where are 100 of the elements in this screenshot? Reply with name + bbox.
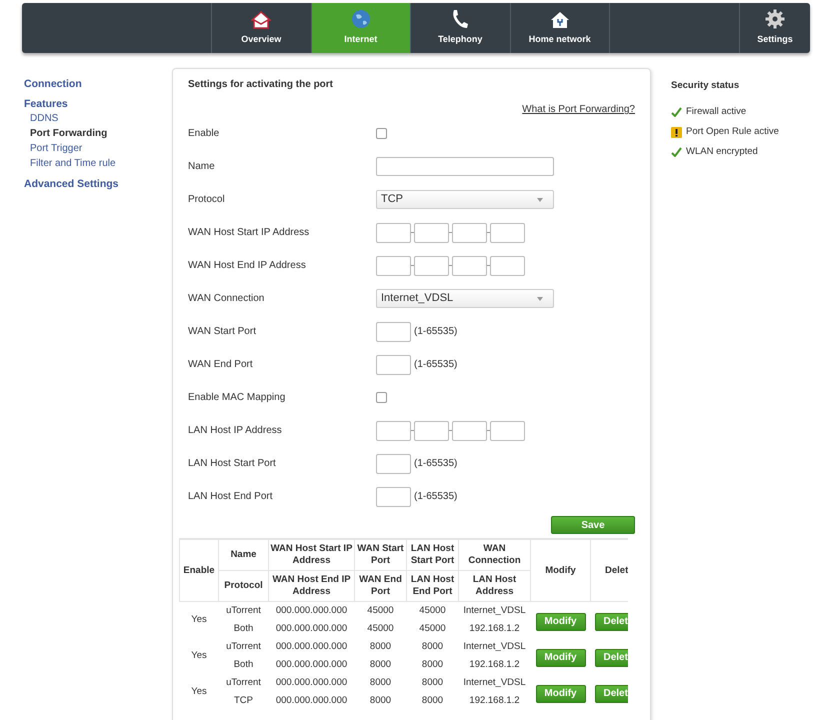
port-range-hint: (1-65535)	[414, 325, 458, 339]
field-label: LAN Host End Port	[188, 490, 274, 504]
port-field[interactable]	[376, 454, 411, 474]
column-header: LAN Host End Port	[406, 570, 458, 602]
table-cell-text: 000.000.000.000	[274, 622, 348, 636]
panel-title: Settings for activating the port	[188, 78, 334, 92]
table-cell-text: 8000	[420, 640, 444, 654]
table-cell-text: Internet_VDSL	[462, 640, 527, 654]
checkbox[interactable]	[376, 128, 387, 139]
ip-octet-field[interactable]	[490, 256, 525, 276]
column-header: WAN Connection	[458, 540, 530, 570]
column-header: WAN Host End IP Address	[268, 570, 354, 602]
field-label: WAN Connection	[188, 292, 266, 306]
nav-tab[interactable]: Telephony	[411, 3, 510, 53]
field-label: LAN Host IP Address	[188, 424, 283, 438]
port-field[interactable]	[376, 322, 411, 342]
column-header: Protocol	[218, 570, 268, 602]
table-cell-text: 000.000.000.000	[274, 658, 348, 672]
help-link[interactable]: What is Port Forwarding?	[522, 102, 635, 117]
port-range-hint: (1-65535)	[414, 490, 458, 504]
port-field[interactable]	[376, 354, 411, 374]
table-cell-text: 000.000.000.000	[274, 694, 348, 708]
table-cell-text: 8000	[368, 676, 392, 690]
column-header: Modify	[530, 540, 590, 602]
table-cell-text: 000.000.000.000	[274, 676, 348, 690]
table-cell-text: Both	[232, 658, 254, 672]
ip-octet-field[interactable]	[376, 420, 411, 440]
ip-octet-field[interactable]	[376, 256, 411, 276]
sidebar-item[interactable]: Features	[24, 97, 150, 111]
warning-icon	[671, 126, 682, 138]
security-status-item: Port Open Rule active	[686, 125, 779, 140]
ip-octet-field[interactable]	[452, 420, 487, 440]
field-label: Enable MAC Mapping	[188, 391, 286, 405]
table-cell: Internet_VDSL	[458, 602, 530, 620]
security-status-title: Security status	[671, 79, 740, 93]
house-network-icon	[550, 10, 570, 28]
checkmark-icon	[671, 107, 682, 118]
table-cell: 45000	[354, 602, 406, 620]
port-range-hint: (1-65535)	[414, 457, 458, 471]
checkbox[interactable]	[376, 392, 387, 403]
table-cell-text: 8000	[420, 676, 444, 690]
field-label: LAN Host Start Port	[188, 457, 277, 471]
nav-tab[interactable]: Overview	[212, 3, 312, 53]
field-label: Enable	[188, 127, 220, 141]
field-label: WAN Start Port	[188, 325, 257, 339]
ip-octet-field[interactable]	[490, 222, 525, 242]
sidebar-item[interactable]: Connection	[24, 77, 150, 91]
dropdown[interactable]: TCP	[376, 190, 554, 209]
table-cell-text: 45000	[418, 622, 447, 636]
checkmark-icon	[671, 147, 682, 158]
table-cell-text: Internet_VDSL	[462, 676, 527, 690]
table-cell-text: 192.168.1.2	[468, 658, 521, 672]
table-cell-text: Both	[232, 622, 254, 636]
column-header: Name	[218, 540, 268, 570]
table-cell-text: 45000	[366, 622, 395, 636]
sidebar-subitem[interactable]: DDNS	[24, 111, 150, 126]
port-field[interactable]	[376, 486, 411, 506]
table-cell-text: uTorrent	[225, 640, 262, 654]
settings-icon	[765, 8, 785, 28]
table-cell: uTorrent	[218, 602, 268, 620]
table-cell: Yes	[180, 602, 218, 638]
table-cell-text: 000.000.000.000	[274, 640, 348, 654]
table-cell: 000.000.000.000	[268, 602, 354, 620]
name-field[interactable]	[376, 157, 554, 176]
table-cell-text: 8000	[368, 640, 392, 654]
column-header: LAN Host Start Port	[406, 540, 458, 570]
sidebar-subitem[interactable]: Port Trigger	[24, 141, 150, 156]
ip-octet-field[interactable]	[452, 256, 487, 276]
field-label: WAN End Port	[188, 358, 254, 372]
table-cell-text: Yes	[190, 649, 208, 663]
ip-octet-field[interactable]	[414, 420, 449, 440]
column-header: Delet	[590, 540, 628, 602]
table-cell-text: 192.168.1.2	[468, 622, 521, 636]
table-cell-text: uTorrent	[225, 676, 262, 690]
ip-octet-field[interactable]	[414, 256, 449, 276]
nav-tab[interactable]: Settings	[740, 3, 810, 53]
field-label: Protocol	[188, 193, 226, 207]
ip-octet-field[interactable]	[414, 222, 449, 242]
sidebar-item[interactable]: Advanced Settings	[24, 177, 150, 191]
dropdown[interactable]: Internet_VDSL	[376, 289, 554, 308]
field-label: WAN Host Start IP Address	[188, 226, 310, 240]
ip-octet-field[interactable]	[376, 222, 411, 242]
table-cell-text: Yes	[190, 685, 208, 699]
ip-octet-field[interactable]	[452, 222, 487, 242]
ip-octet-field[interactable]	[490, 420, 525, 440]
table-cell-text: TCP	[233, 694, 254, 708]
sidebar-subitem[interactable]: Filter and Time rule	[24, 156, 150, 171]
column-header: WAN Start Port	[354, 540, 406, 570]
table-cell-text: 8000	[368, 694, 392, 708]
port-range-hint: (1-65535)	[414, 358, 458, 372]
column-header: WAN Host Start IP Address	[268, 540, 354, 570]
sidebar-subitem[interactable]: Port Forwarding	[24, 126, 150, 141]
security-status-item: Firewall active	[686, 105, 746, 120]
phone-icon	[451, 8, 470, 28]
nav-tab[interactable]: Home network	[510, 3, 610, 53]
column-header: WAN End Port	[354, 570, 406, 602]
table-cell-text: 8000	[368, 658, 392, 672]
globe-icon	[350, 8, 371, 28]
field-label: Name	[188, 160, 216, 174]
table-cell-text: 192.168.1.2	[468, 694, 521, 708]
